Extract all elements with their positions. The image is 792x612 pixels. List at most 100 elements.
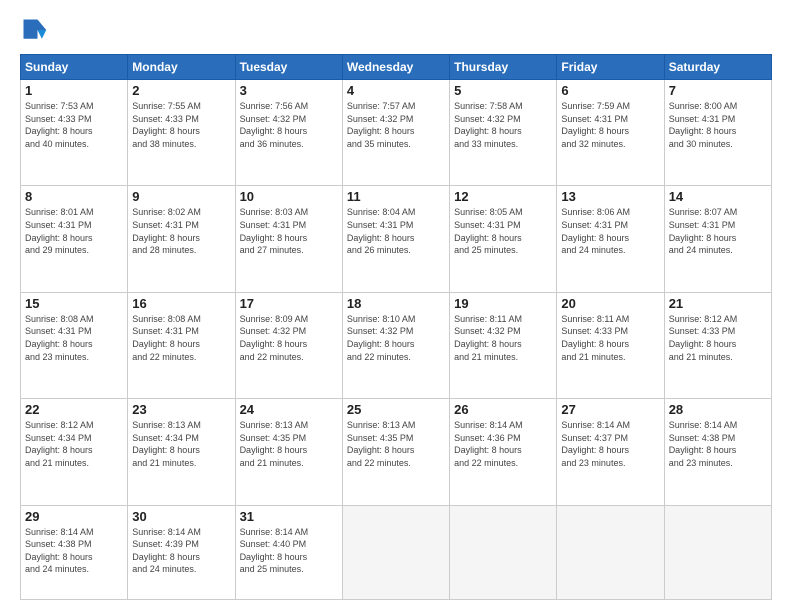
calendar-cell: 12 Sunrise: 8:05 AM Sunset: 4:31 PM Dayli… <box>450 186 557 292</box>
day-number: 23 <box>132 402 230 417</box>
day-info: Sunrise: 8:12 AM Sunset: 4:34 PM Dayligh… <box>25 419 123 469</box>
calendar-cell <box>557 505 664 599</box>
calendar-week-row: 8 Sunrise: 8:01 AM Sunset: 4:31 PM Daylig… <box>21 186 772 292</box>
day-info: Sunrise: 8:09 AM Sunset: 4:32 PM Dayligh… <box>240 313 338 363</box>
day-number: 21 <box>669 296 767 311</box>
calendar-cell <box>450 505 557 599</box>
day-info: Sunrise: 8:01 AM Sunset: 4:31 PM Dayligh… <box>25 206 123 256</box>
day-info: Sunrise: 8:14 AM Sunset: 4:39 PM Dayligh… <box>132 526 230 576</box>
day-info: Sunrise: 8:14 AM Sunset: 4:37 PM Dayligh… <box>561 419 659 469</box>
day-info: Sunrise: 8:14 AM Sunset: 4:38 PM Dayligh… <box>669 419 767 469</box>
day-info: Sunrise: 7:57 AM Sunset: 4:32 PM Dayligh… <box>347 100 445 150</box>
day-info: Sunrise: 8:14 AM Sunset: 4:40 PM Dayligh… <box>240 526 338 576</box>
calendar-week-row: 29 Sunrise: 8:14 AM Sunset: 4:38 PM Dayli… <box>21 505 772 599</box>
calendar-cell <box>664 505 771 599</box>
day-number: 3 <box>240 83 338 98</box>
calendar-cell: 11Sunrise: 8:04 AM Sunset: 4:31 PM Dayli… <box>342 186 449 292</box>
calendar-week-row: 15 Sunrise: 8:08 AM Sunset: 4:31 PM Dayli… <box>21 292 772 398</box>
calendar-cell: 22 Sunrise: 8:12 AM Sunset: 4:34 PM Dayli… <box>21 399 128 505</box>
calendar-cell: 1Sunrise: 7:53 AM Sunset: 4:33 PM Daylig… <box>21 80 128 186</box>
day-info: Sunrise: 8:05 AM Sunset: 4:31 PM Dayligh… <box>454 206 552 256</box>
day-number: 22 <box>25 402 123 417</box>
calendar-cell: 23Sunrise: 8:13 AM Sunset: 4:34 PM Dayli… <box>128 399 235 505</box>
day-info: Sunrise: 8:14 AM Sunset: 4:38 PM Dayligh… <box>25 526 123 576</box>
day-number: 4 <box>347 83 445 98</box>
calendar-cell: 24 Sunrise: 8:13 AM Sunset: 4:35 PM Dayli… <box>235 399 342 505</box>
col-monday: Monday <box>128 55 235 80</box>
day-number: 10 <box>240 189 338 204</box>
calendar-cell: 3 Sunrise: 7:56 AM Sunset: 4:32 PM Daylig… <box>235 80 342 186</box>
day-info: Sunrise: 8:13 AM Sunset: 4:35 PM Dayligh… <box>240 419 338 469</box>
calendar-cell: 13 Sunrise: 8:06 AM Sunset: 4:31 PM Dayli… <box>557 186 664 292</box>
day-number: 7 <box>669 83 767 98</box>
day-info: Sunrise: 8:12 AM Sunset: 4:33 PM Dayligh… <box>669 313 767 363</box>
calendar-cell: 29 Sunrise: 8:14 AM Sunset: 4:38 PM Dayli… <box>21 505 128 599</box>
calendar-cell: 18 Sunrise: 8:10 AM Sunset: 4:32 PM Dayli… <box>342 292 449 398</box>
calendar-cell: 8 Sunrise: 8:01 AM Sunset: 4:31 PM Daylig… <box>21 186 128 292</box>
day-number: 13 <box>561 189 659 204</box>
day-number: 25 <box>347 402 445 417</box>
calendar-cell: 10 Sunrise: 8:03 AM Sunset: 4:31 PM Dayli… <box>235 186 342 292</box>
calendar-cell: 25 Sunrise: 8:13 AM Sunset: 4:35 PM Dayli… <box>342 399 449 505</box>
calendar-cell: 4 Sunrise: 7:57 AM Sunset: 4:32 PM Daylig… <box>342 80 449 186</box>
calendar-cell: 31 Sunrise: 8:14 AM Sunset: 4:40 PM Dayli… <box>235 505 342 599</box>
calendar-table: Sunday Monday Tuesday Wednesday Thursday… <box>20 54 772 600</box>
calendar-cell: 26 Sunrise: 8:14 AM Sunset: 4:36 PM Dayli… <box>450 399 557 505</box>
calendar-cell: 5Sunrise: 7:58 AM Sunset: 4:32 PM Daylig… <box>450 80 557 186</box>
header <box>20 16 772 44</box>
day-info: Sunrise: 8:11 AM Sunset: 4:33 PM Dayligh… <box>561 313 659 363</box>
logo <box>20 16 52 44</box>
day-number: 14 <box>669 189 767 204</box>
calendar-cell: 28 Sunrise: 8:14 AM Sunset: 4:38 PM Dayli… <box>664 399 771 505</box>
day-number: 28 <box>669 402 767 417</box>
calendar-cell: 27Sunrise: 8:14 AM Sunset: 4:37 PM Dayli… <box>557 399 664 505</box>
calendar-cell <box>342 505 449 599</box>
col-friday: Friday <box>557 55 664 80</box>
day-info: Sunrise: 8:07 AM Sunset: 4:31 PM Dayligh… <box>669 206 767 256</box>
day-number: 8 <box>25 189 123 204</box>
day-number: 24 <box>240 402 338 417</box>
day-info: Sunrise: 7:59 AM Sunset: 4:31 PM Dayligh… <box>561 100 659 150</box>
calendar-header-row: Sunday Monday Tuesday Wednesday Thursday… <box>21 55 772 80</box>
day-number: 26 <box>454 402 552 417</box>
day-info: Sunrise: 7:56 AM Sunset: 4:32 PM Dayligh… <box>240 100 338 150</box>
logo-icon <box>20 16 48 44</box>
day-info: Sunrise: 8:14 AM Sunset: 4:36 PM Dayligh… <box>454 419 552 469</box>
day-number: 17 <box>240 296 338 311</box>
calendar-cell: 21 Sunrise: 8:12 AM Sunset: 4:33 PM Dayli… <box>664 292 771 398</box>
day-number: 20 <box>561 296 659 311</box>
day-info: Sunrise: 8:08 AM Sunset: 4:31 PM Dayligh… <box>25 313 123 363</box>
day-number: 15 <box>25 296 123 311</box>
page: Sunday Monday Tuesday Wednesday Thursday… <box>0 0 792 612</box>
day-info: Sunrise: 8:08 AM Sunset: 4:31 PM Dayligh… <box>132 313 230 363</box>
day-number: 29 <box>25 509 123 524</box>
calendar-cell: 30Sunrise: 8:14 AM Sunset: 4:39 PM Dayli… <box>128 505 235 599</box>
day-info: Sunrise: 8:10 AM Sunset: 4:32 PM Dayligh… <box>347 313 445 363</box>
col-wednesday: Wednesday <box>342 55 449 80</box>
day-number: 18 <box>347 296 445 311</box>
day-info: Sunrise: 7:55 AM Sunset: 4:33 PM Dayligh… <box>132 100 230 150</box>
col-sunday: Sunday <box>21 55 128 80</box>
day-number: 9 <box>132 189 230 204</box>
calendar-cell: 16 Sunrise: 8:08 AM Sunset: 4:31 PM Dayli… <box>128 292 235 398</box>
day-info: Sunrise: 8:13 AM Sunset: 4:35 PM Dayligh… <box>347 419 445 469</box>
calendar-cell: 15 Sunrise: 8:08 AM Sunset: 4:31 PM Dayli… <box>21 292 128 398</box>
day-info: Sunrise: 8:06 AM Sunset: 4:31 PM Dayligh… <box>561 206 659 256</box>
day-number: 12 <box>454 189 552 204</box>
col-thursday: Thursday <box>450 55 557 80</box>
day-info: Sunrise: 8:02 AM Sunset: 4:31 PM Dayligh… <box>132 206 230 256</box>
calendar-week-row: 1Sunrise: 7:53 AM Sunset: 4:33 PM Daylig… <box>21 80 772 186</box>
day-number: 16 <box>132 296 230 311</box>
day-number: 11 <box>347 189 445 204</box>
col-tuesday: Tuesday <box>235 55 342 80</box>
day-info: Sunrise: 8:00 AM Sunset: 4:31 PM Dayligh… <box>669 100 767 150</box>
day-number: 31 <box>240 509 338 524</box>
day-info: Sunrise: 8:03 AM Sunset: 4:31 PM Dayligh… <box>240 206 338 256</box>
calendar-cell: 6 Sunrise: 7:59 AM Sunset: 4:31 PM Daylig… <box>557 80 664 186</box>
calendar-cell: 9 Sunrise: 8:02 AM Sunset: 4:31 PM Daylig… <box>128 186 235 292</box>
calendar-cell: 14 Sunrise: 8:07 AM Sunset: 4:31 PM Dayli… <box>664 186 771 292</box>
day-number: 6 <box>561 83 659 98</box>
calendar-cell: 17 Sunrise: 8:09 AM Sunset: 4:32 PM Dayli… <box>235 292 342 398</box>
calendar-cell: 20 Sunrise: 8:11 AM Sunset: 4:33 PM Dayli… <box>557 292 664 398</box>
day-info: Sunrise: 7:53 AM Sunset: 4:33 PM Dayligh… <box>25 100 123 150</box>
